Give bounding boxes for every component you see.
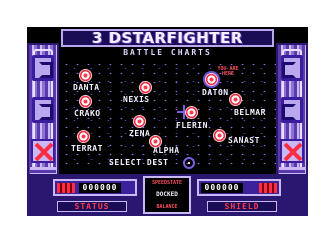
balance-label: BALANCE (156, 204, 178, 210)
planet-label: TERRAT (71, 144, 103, 153)
status-indicator-pads (57, 183, 75, 193)
docking-status-panel: SPEEDSTATE DOCKED BALANCE (143, 176, 191, 214)
right-x-marker-icon (280, 139, 304, 163)
selection-cursor-icon[interactable] (183, 157, 195, 169)
planet-marker-terrat[interactable] (78, 131, 89, 142)
shield-label: SHIELD (207, 201, 277, 212)
planet-label: NEXIS (123, 95, 150, 104)
planet-label: SANAST (228, 136, 260, 145)
docked-label: DOCKED (156, 191, 178, 198)
game-title: 3 DSTARFIGHTER (92, 28, 243, 47)
game-viewport: 3 DSTARFIGHTER BATTLE CHARTS DANTA NEXIS… (27, 27, 308, 216)
left-spiral-ornament-icon (32, 55, 54, 81)
planet-marker-flerin[interactable] (186, 107, 197, 118)
planet-label: CRAKO (74, 109, 101, 118)
planet-label: ZENA (129, 129, 151, 138)
star-map: DANTA NEXIS YOU ARE HERE DATON BELMAR CR… (59, 57, 276, 171)
status-gauge: 000000 (53, 179, 137, 196)
planet-marker-nexis[interactable] (140, 82, 151, 93)
title-banner: 3 DSTARFIGHTER (61, 29, 274, 47)
planet-marker-danta[interactable] (80, 70, 91, 81)
planet-label: DATON (202, 88, 229, 97)
planet-marker-crako[interactable] (80, 96, 91, 107)
select-destination-prompt: SELECT DEST (109, 158, 169, 167)
planet-marker-daton[interactable] (206, 74, 217, 85)
right-spiral-ornament-icon (281, 55, 303, 81)
planet-marker-zena[interactable] (134, 116, 145, 127)
planet-label: ALPHA (153, 146, 180, 155)
planet-label: DANTA (73, 83, 100, 92)
screen-background: 3 DSTARFIGHTER BATTLE CHARTS DANTA NEXIS… (0, 0, 335, 242)
planet-label: BELMAR (234, 108, 266, 117)
speedstate-label: SPEEDSTATE (151, 180, 183, 186)
bottom-control-panel: 000000 STATUS SPEEDSTATE DOCKED BALANCE … (27, 174, 308, 216)
status-label: STATUS (57, 201, 127, 212)
planet-marker-sanast[interactable] (214, 130, 225, 141)
planet-label: FLERIN (176, 121, 208, 130)
shield-counter: 000000 (201, 183, 243, 193)
current-location-tag: YOU ARE HERE (217, 66, 239, 77)
shield-gauge: 000000 (197, 179, 281, 196)
left-spiral-ornament-icon (32, 97, 54, 123)
status-counter: 000000 (79, 183, 121, 193)
planet-marker-belmar[interactable] (230, 94, 241, 105)
screen-subtitle: BATTLE CHARTS (123, 48, 212, 57)
shield-indicator-pads (259, 183, 277, 193)
right-spiral-ornament-icon (281, 97, 303, 123)
left-x-marker-icon (31, 139, 55, 163)
